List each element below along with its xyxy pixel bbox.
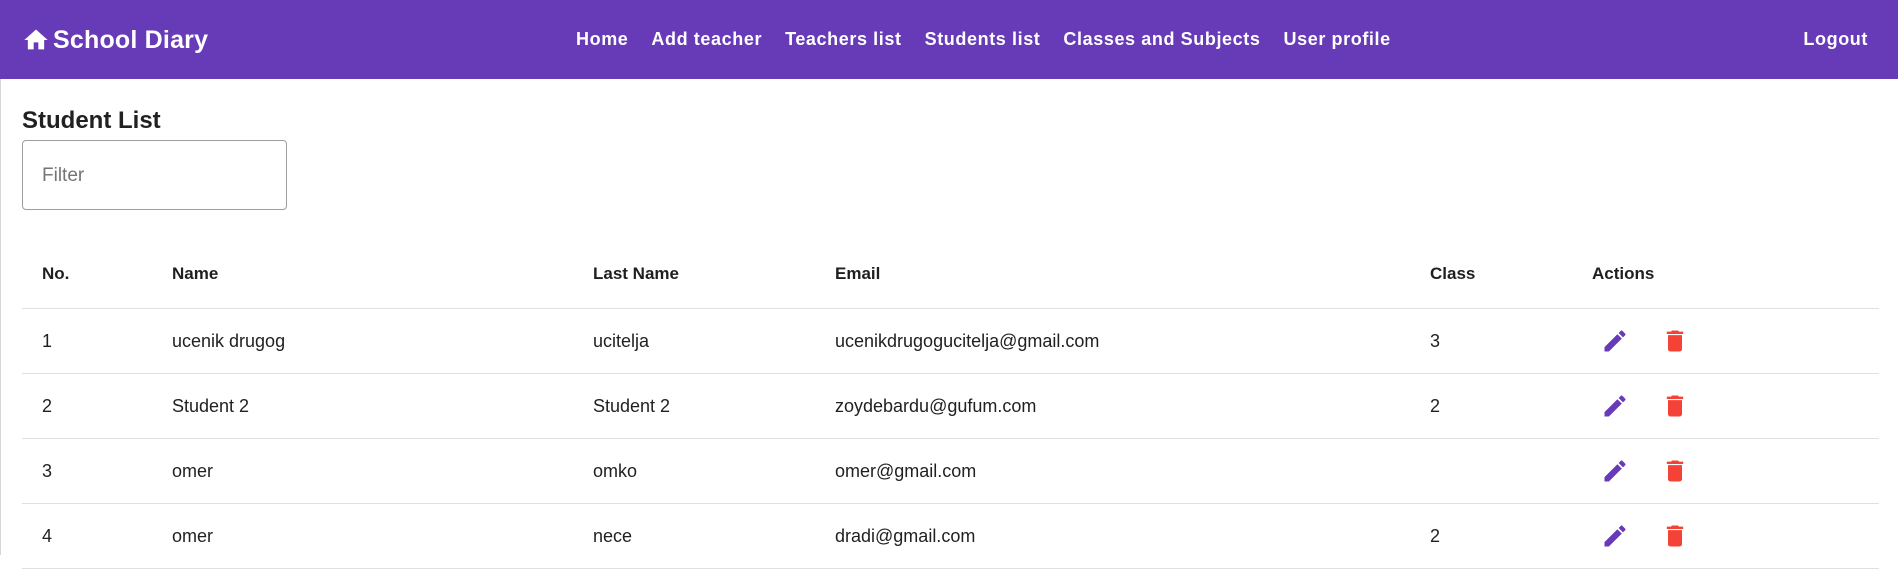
- header-no: No.: [42, 263, 70, 283]
- table-row: 4 omer nece dradi@gmail.com 2: [22, 504, 1879, 569]
- filter-field[interactable]: [22, 140, 287, 210]
- cell-class: 3: [1430, 330, 1441, 351]
- nav-home[interactable]: Home: [576, 29, 628, 50]
- cell-name: ucenik drugog: [172, 330, 286, 351]
- cell-email: omer@gmail.com: [835, 460, 977, 481]
- cell-name: omer: [172, 525, 214, 546]
- students-table: No. Name Last Name Email Class Actions 1…: [22, 239, 1879, 569]
- row-actions: [1600, 439, 1690, 503]
- table-row: 2 Student 2 Student 2 zoydebardu@gufum.c…: [22, 374, 1879, 439]
- cell-last-name: Student 2: [593, 395, 671, 416]
- edit-button[interactable]: [1600, 456, 1630, 486]
- trash-icon: [1666, 460, 1684, 482]
- cell-no: 1: [42, 330, 53, 351]
- nav-students-list[interactable]: Students list: [925, 29, 1041, 50]
- delete-button[interactable]: [1660, 521, 1690, 551]
- cell-name: omer: [172, 460, 214, 481]
- cell-last-name: nece: [593, 525, 633, 546]
- edit-button[interactable]: [1600, 326, 1630, 356]
- delete-button[interactable]: [1660, 391, 1690, 421]
- nav-classes-and-subjects[interactable]: Classes and Subjects: [1063, 29, 1260, 50]
- row-actions: [1600, 374, 1690, 438]
- cell-class: 2: [1430, 525, 1441, 546]
- edit-button[interactable]: [1600, 521, 1630, 551]
- cell-no: 2: [42, 395, 53, 416]
- table-row: 1 ucenik drugog ucitelja ucenikdrugoguci…: [22, 309, 1879, 374]
- trash-icon: [1666, 330, 1684, 352]
- pencil-icon: [1604, 330, 1626, 352]
- page-title: Student List: [22, 107, 161, 134]
- nav-add-teacher[interactable]: Add teacher: [651, 29, 762, 50]
- brand-home-link[interactable]: School Diary: [22, 24, 208, 56]
- table-row: 3 omer omko omer@gmail.com: [22, 439, 1879, 504]
- cell-last-name: ucitelja: [593, 330, 650, 351]
- filter-input[interactable]: [42, 163, 267, 189]
- header-class: Class: [1430, 263, 1476, 283]
- logout-button[interactable]: Logout: [1803, 26, 1868, 52]
- nav-user-profile[interactable]: User profile: [1284, 29, 1391, 50]
- edit-button[interactable]: [1600, 391, 1630, 421]
- delete-button[interactable]: [1660, 326, 1690, 356]
- cell-email: zoydebardu@gufum.com: [835, 395, 1037, 416]
- pencil-icon: [1604, 395, 1626, 417]
- header-name: Name: [172, 263, 219, 283]
- header-email: Email: [835, 263, 881, 283]
- main-content: Student List No. Name Last Name Email Cl…: [0, 79, 1898, 569]
- header-actions: Actions: [1592, 263, 1655, 283]
- delete-button[interactable]: [1660, 456, 1690, 486]
- cell-name: Student 2: [172, 395, 250, 416]
- cell-email: dradi@gmail.com: [835, 525, 976, 546]
- top-toolbar: School Diary Home Add teacher Teachers l…: [0, 0, 1898, 79]
- cell-email: ucenikdrugogucitelja@gmail.com: [835, 330, 1100, 351]
- row-actions: [1600, 504, 1690, 568]
- table-header-row: No. Name Last Name Email Class Actions: [22, 239, 1879, 309]
- home-icon: [22, 26, 50, 54]
- pencil-icon: [1604, 460, 1626, 482]
- header-last-name: Last Name: [593, 263, 679, 283]
- app-title: School Diary: [53, 25, 209, 54]
- cell-no: 3: [42, 460, 53, 481]
- row-actions: [1600, 309, 1690, 373]
- main-nav: Home Add teacher Teachers list Students …: [576, 26, 1391, 52]
- cell-last-name: omko: [593, 460, 638, 481]
- trash-icon: [1666, 395, 1684, 417]
- cell-class: 2: [1430, 395, 1441, 416]
- pencil-icon: [1604, 525, 1626, 547]
- trash-icon: [1666, 525, 1684, 547]
- nav-teachers-list[interactable]: Teachers list: [785, 29, 902, 50]
- cell-no: 4: [42, 525, 53, 546]
